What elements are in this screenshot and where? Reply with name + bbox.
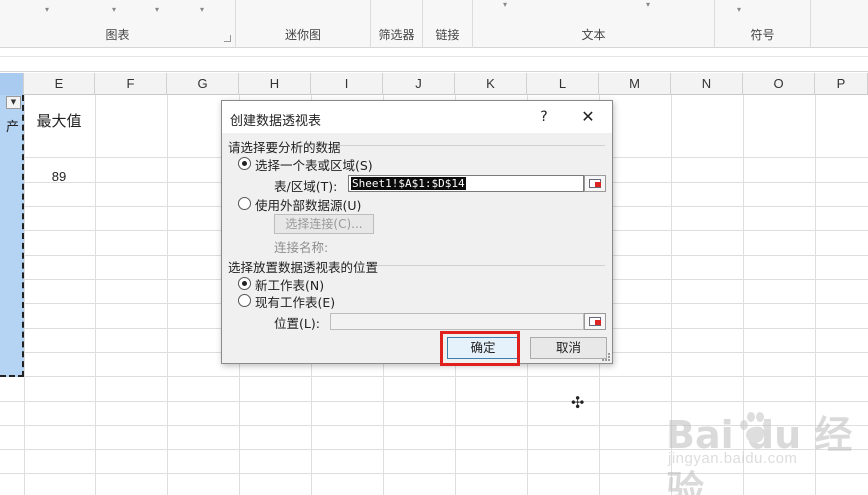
column-header-p[interactable]: P <box>815 73 868 95</box>
option-external-source-label[interactable]: 使用外部数据源(U) <box>255 195 361 214</box>
column-header-m[interactable]: M <box>599 73 671 95</box>
section-choose-location-title: 选择放置数据透视表的位置 <box>228 260 379 275</box>
column-header-e[interactable]: E <box>24 73 95 95</box>
range-selector-icon[interactable] <box>584 175 606 192</box>
grid-line <box>0 401 868 402</box>
column-header-i[interactable]: I <box>311 73 383 95</box>
formula-bar-divider <box>0 56 868 57</box>
cell-e2-max-label[interactable]: 最大值 <box>24 110 94 131</box>
selected-range[interactable] <box>0 95 24 377</box>
ribbon-group-label: 图表 <box>105 28 130 42</box>
ribbon-group-label: 文本 <box>581 28 606 42</box>
cross-cursor-icon: ✣ <box>571 393 585 412</box>
dialog-launcher-icon[interactable] <box>224 35 231 42</box>
column-header-h[interactable]: H <box>239 73 311 95</box>
chevron-down-icon[interactable]: ▾ <box>200 5 204 14</box>
radio-existing-worksheet[interactable] <box>238 294 251 307</box>
dialog-title: 创建数据透视表 <box>230 114 322 129</box>
column-headers: E F G H I J K L M N O P <box>0 73 868 95</box>
column-header-f[interactable]: F <box>95 73 167 95</box>
dialog-titlebar[interactable]: 创建数据透视表 ? ✕ <box>222 101 612 133</box>
grid-line <box>95 95 96 495</box>
resize-grip-icon[interactable] <box>602 353 610 361</box>
chevron-down-icon[interactable]: ▾ <box>646 0 650 9</box>
chevron-down-icon[interactable]: ▾ <box>45 5 49 14</box>
section-divider <box>377 265 605 266</box>
location-label: 位置(L): <box>274 316 320 331</box>
baidu-jingyan-watermark: Bai du 经验 jingyan.baidu.com <box>660 404 860 495</box>
location-selector-icon[interactable] <box>584 313 606 330</box>
column-header-l[interactable]: L <box>527 73 599 95</box>
chevron-down-icon[interactable]: ▾ <box>737 5 741 14</box>
cell-e4-max-value[interactable]: 89 <box>24 169 94 184</box>
section-divider <box>340 145 605 146</box>
ribbon-group-symbols: ▾ 符号 <box>715 0 811 48</box>
ribbon-group-sparklines: 迷你图 <box>236 0 371 48</box>
radio-external-source[interactable] <box>238 197 251 210</box>
watermark-url: jingyan.baidu.com <box>668 450 798 467</box>
column-header-k[interactable]: K <box>455 73 527 95</box>
close-icon[interactable]: ✕ <box>574 106 602 128</box>
option-existing-worksheet-label[interactable]: 现有工作表(E) <box>255 292 335 311</box>
ribbon-group-label: 筛选器 <box>378 28 415 42</box>
section-choose-data-title: 请选择要分析的数据 <box>228 140 341 155</box>
ribbon-group-label: 链接 <box>435 28 460 42</box>
choose-connection-button[interactable]: 选择连接(C)... <box>274 214 374 234</box>
selected-range-text: 产 <box>6 120 20 135</box>
ribbon-group-filters: 筛选器 <box>371 0 423 48</box>
paw-icon <box>740 412 771 443</box>
grid-line <box>24 95 25 495</box>
grid-line <box>0 376 868 377</box>
location-input[interactable] <box>330 313 584 330</box>
chevron-down-icon[interactable]: ▾ <box>155 5 159 14</box>
option-select-range-label[interactable]: 选择一个表或区域(S) <box>255 155 373 174</box>
column-header-j[interactable]: J <box>383 73 455 95</box>
column-header-d[interactable] <box>0 73 24 95</box>
connection-name-label: 连接名称: <box>274 240 329 255</box>
ribbon-group-label: 符号 <box>750 28 775 42</box>
radio-select-range[interactable] <box>238 157 251 170</box>
grid-line <box>167 95 168 495</box>
create-pivottable-dialog: 创建数据透视表 ? ✕ 请选择要分析的数据 选择一个表或区域(S) 表/区域(T… <box>221 100 613 366</box>
table-range-input[interactable]: Sheet1!$A$1:$D$14 <box>348 175 584 192</box>
chevron-down-icon[interactable]: ▾ <box>503 0 507 9</box>
help-button[interactable]: ? <box>532 107 556 127</box>
ribbon-group-charts: ▾ ▾ ▾ ▾ 图表 <box>0 0 236 48</box>
chevron-down-icon[interactable]: ▾ <box>112 5 116 14</box>
cancel-button[interactable]: 取消 <box>530 337 607 359</box>
column-header-o[interactable]: O <box>743 73 815 95</box>
formula-bar[interactable] <box>0 48 868 72</box>
ribbon: ▾ ▾ ▾ ▾ 图表 迷你图 筛选器 链接 ▾ ▾ 文本 ▾ 符号 <box>0 0 868 48</box>
filter-dropdown-icon[interactable]: ▼ <box>6 96 21 109</box>
ribbon-group-text: ▾ ▾ 文本 <box>473 0 715 48</box>
ok-button-highlight <box>440 331 520 366</box>
ribbon-group-label: 迷你图 <box>284 28 321 42</box>
range-label: 表/区域(T): <box>274 179 338 194</box>
ribbon-group-links: 链接 <box>423 0 473 48</box>
table-range-value: Sheet1!$A$1:$D$14 <box>351 177 466 190</box>
column-header-g[interactable]: G <box>167 73 239 95</box>
column-header-n[interactable]: N <box>671 73 743 95</box>
radio-new-worksheet[interactable] <box>238 277 251 290</box>
